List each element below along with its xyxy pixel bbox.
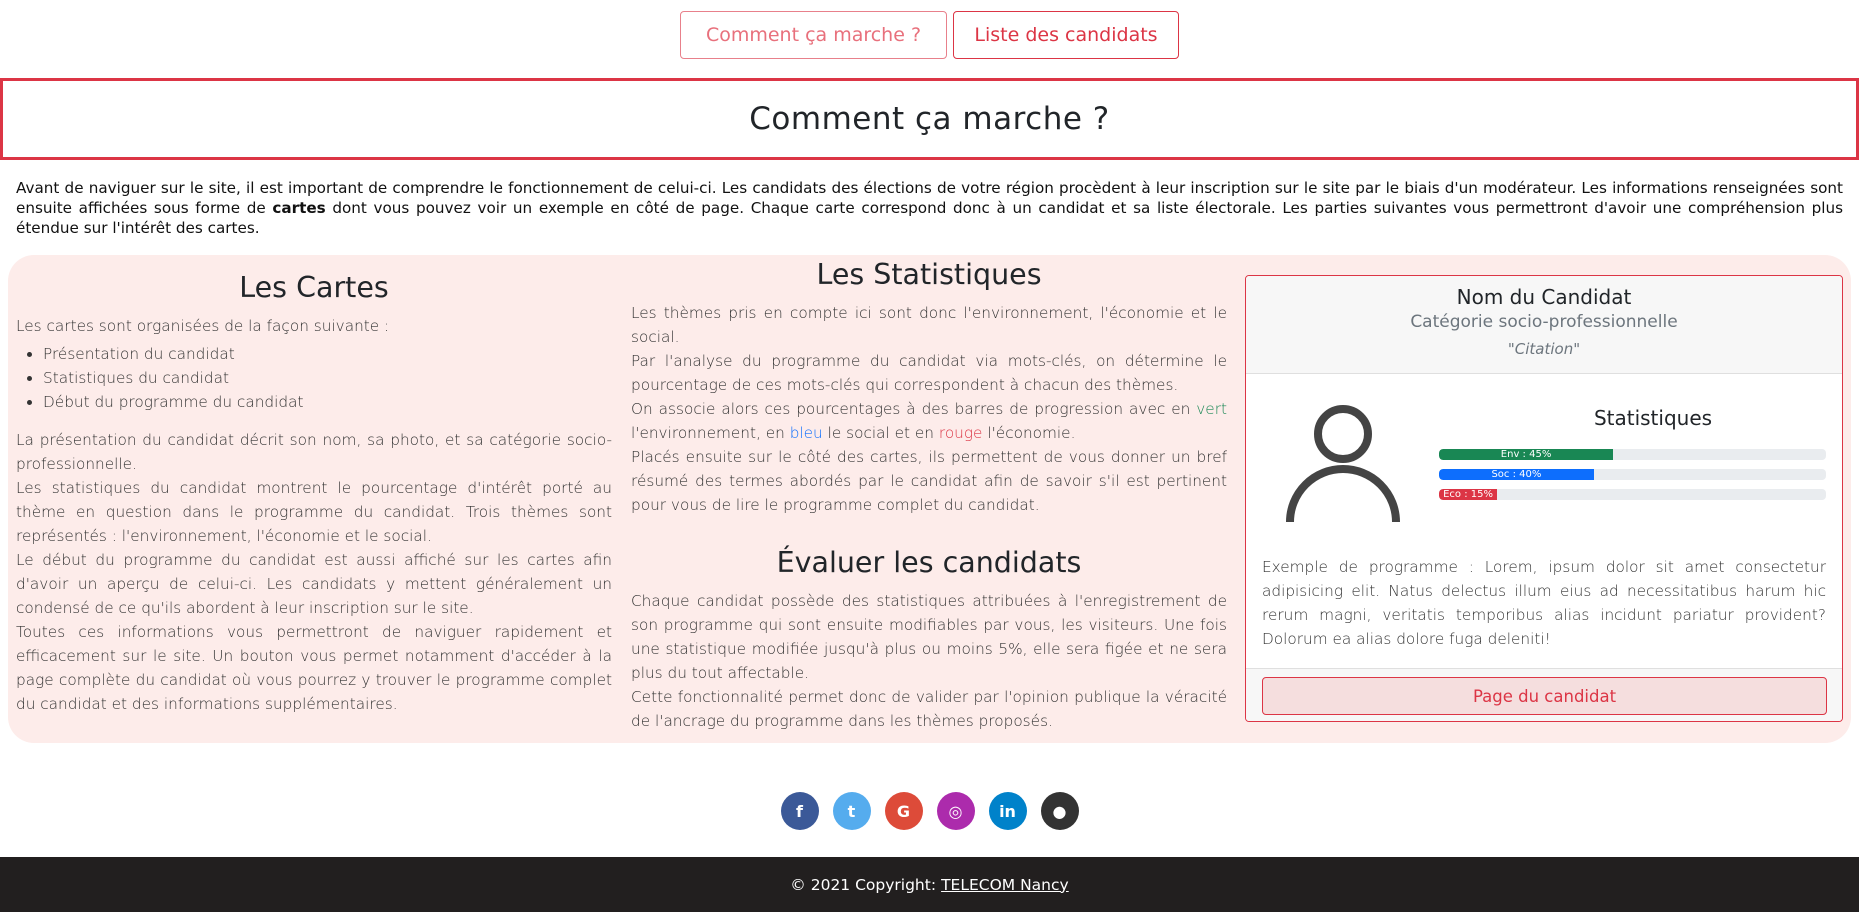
list-item: Début du programme du candidat — [43, 390, 612, 414]
card-footer: Page du candidat — [1246, 668, 1842, 721]
twitter-icon[interactable]: t — [832, 792, 871, 830]
top-nav: Comment ça marche ? Liste des candidats — [0, 11, 1859, 59]
how-it-works-button[interactable]: Comment ça marche ? — [680, 11, 947, 59]
cards-list: Présentation du candidat Statistiques du… — [43, 342, 612, 414]
eval-paragraph: Chaque candidat possède des statistiques… — [631, 592, 1227, 682]
stats-section: Les Statistiques Les thèmes pris en comp… — [631, 257, 1227, 733]
intro-text: Avant de naviguer sur le site, il est im… — [16, 178, 1843, 238]
candidate-page-button[interactable]: Page du candidat — [1262, 677, 1827, 715]
copyright-text: © 2021 Copyright: — [790, 875, 937, 894]
github-icon[interactable]: ● — [1040, 792, 1079, 830]
cards-lead: Les cartes sont organisées de la façon s… — [16, 317, 390, 335]
stats-text: l'économie. — [982, 424, 1076, 442]
eval-paragraph: Cette fonctionnalité permet donc de vali… — [631, 688, 1227, 730]
telecom-nancy-link[interactable]: TELECOM Nancy — [941, 876, 1069, 894]
green-word: vert — [1196, 400, 1227, 418]
red-word: rouge — [938, 424, 983, 442]
list-item: Statistiques du candidat — [43, 366, 612, 390]
social-links: f t G ◎ in ● — [0, 792, 1859, 830]
blue-word: bleu — [789, 424, 823, 442]
eco-progress-fill: Eco : 15% — [1439, 489, 1498, 500]
cards-paragraph: La présentation du candidat décrit son n… — [16, 431, 612, 473]
page-title: Comment ça marche ? — [749, 101, 1110, 137]
card-stats-title: Statistiques — [1593, 406, 1713, 430]
linkedin-icon[interactable]: in — [988, 792, 1027, 830]
cards-paragraph: Les statistiques du candidat montrent le… — [16, 479, 612, 545]
list-item: Présentation du candidat — [43, 342, 612, 366]
avatar-icon — [1286, 405, 1400, 523]
candidate-card: Nom du Candidat Catégorie socio-professi… — [1245, 275, 1843, 722]
cards-paragraph: Toutes ces informations vous permettront… — [16, 623, 612, 713]
page-title-box: Comment ça marche ? — [0, 78, 1859, 160]
intro-bold: cartes — [272, 199, 326, 217]
cards-paragraph: Le début du programme du candidat est au… — [16, 551, 612, 617]
stats-paragraph: Par l'analyse du programme du candidat v… — [631, 352, 1227, 394]
env-progress-fill: Env : 45% — [1439, 449, 1614, 460]
cards-section: Les Cartes Les cartes sont organisées de… — [16, 270, 612, 716]
soc-progress-bar: Soc : 40% — [1439, 469, 1826, 480]
eval-title: Évaluer les candidats — [776, 546, 1082, 579]
env-progress-bar: Env : 45% — [1439, 449, 1826, 460]
candidate-quote: "Citation" — [1507, 340, 1581, 358]
soc-progress-fill: Soc : 40% — [1439, 469, 1594, 480]
stats-paragraph-colors: On associe alors ces pourcentages à des … — [631, 397, 1227, 445]
stats-text: le social et en — [822, 424, 939, 442]
cards-title: Les Cartes — [239, 271, 389, 304]
stats-paragraph: Les thèmes pris en compte ici sont donc … — [631, 304, 1227, 346]
instagram-icon[interactable]: ◎ — [936, 792, 975, 830]
stats-title: Les Statistiques — [816, 258, 1042, 291]
program-excerpt: Exemple de programme : Lorem, ipsum dolo… — [1262, 558, 1826, 648]
google-icon[interactable]: G — [884, 792, 923, 830]
card-header: Nom du Candidat Catégorie socio-professi… — [1246, 276, 1842, 374]
stats-text: On associe alors ces pourcentages à des … — [631, 400, 1197, 418]
candidates-list-button[interactable]: Liste des candidats — [953, 11, 1179, 59]
stats-paragraph: Placés ensuite sur le côté des cartes, i… — [631, 448, 1227, 514]
facebook-icon[interactable]: f — [780, 792, 819, 830]
eco-progress-bar: Eco : 15% — [1439, 489, 1826, 500]
candidate-name: Nom du Candidat — [1456, 285, 1632, 309]
page-footer: © 2021 Copyright: TELECOM Nancy — [0, 857, 1859, 912]
stats-text: l'environnement, en — [631, 424, 790, 442]
candidate-category: Catégorie socio-professionnelle — [1410, 312, 1678, 332]
